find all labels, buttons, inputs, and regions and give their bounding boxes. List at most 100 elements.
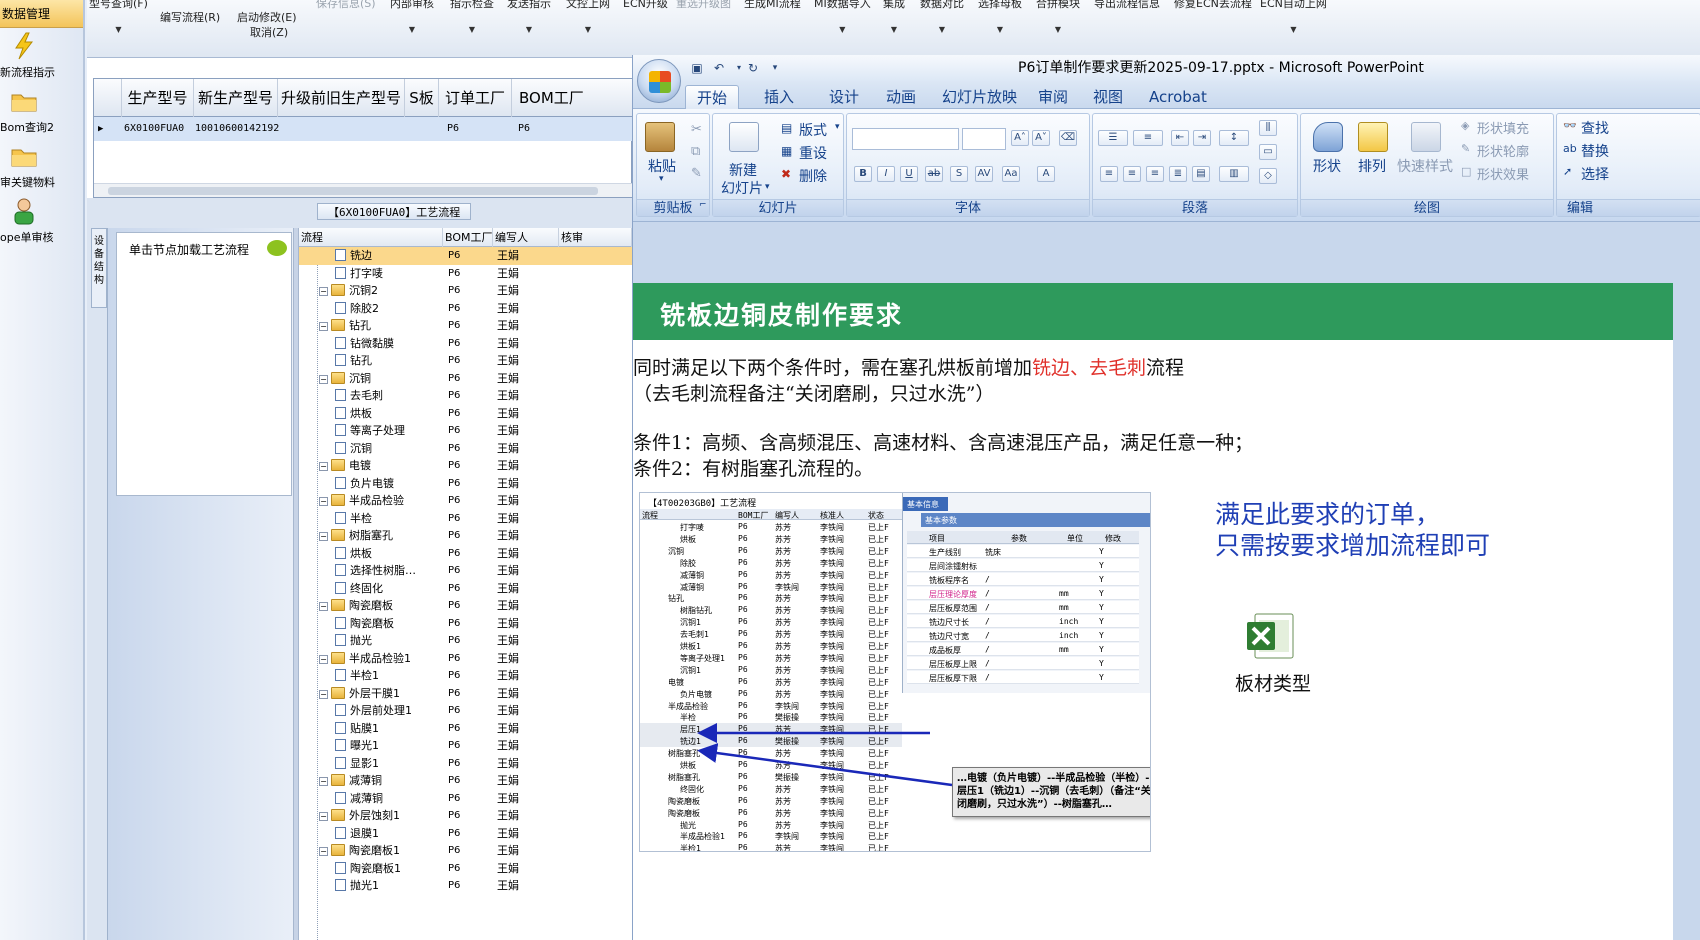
tree-row[interactable]: 烘板 P6 王娟 (299, 405, 632, 423)
shrink-font-icon[interactable]: A˅ (1032, 130, 1050, 146)
char-spacing-icon[interactable]: AV (975, 166, 993, 182)
smartart-icon[interactable]: ◇ (1259, 168, 1277, 184)
vertical-tab-structure[interactable]: 设备结构 (91, 228, 107, 308)
font-name-combo[interactable] (852, 128, 959, 150)
tree-row[interactable]: 选择性树脂… P6 王娟 (299, 562, 632, 580)
tree-row[interactable]: 铣边 P6 王娟 (299, 247, 632, 265)
nav-item-key-material[interactable]: 审关键物料 (0, 138, 83, 193)
dialog-launcher-icon[interactable]: ⌐ (699, 200, 707, 210)
collapse-icon[interactable]: − (319, 812, 328, 821)
toolbar-ecn-upgrade[interactable]: ECN升级 (623, 0, 668, 11)
toolbar-export[interactable]: 导出流程信息 (1094, 0, 1160, 11)
toolbar-gen-mi[interactable]: 生成MI流程 (744, 0, 801, 11)
tree-row[interactable]: 陶瓷磨板 P6 王娟 (299, 615, 632, 633)
align-right-icon[interactable]: ≡ (1146, 166, 1164, 182)
tree-row[interactable]: − 钻孔 P6 王娟 (299, 317, 632, 335)
tab-insert[interactable]: 插入 (764, 85, 794, 109)
copy-icon[interactable]: ⧉ (691, 144, 700, 159)
toolbar-model-query[interactable]: 型号查询(F) ▼ (89, 0, 148, 34)
tree-row[interactable]: − 陶瓷磨板 P6 王娟 (299, 597, 632, 615)
toolbar-check[interactable]: 指示检查 ▼ (450, 0, 494, 34)
nav-item-review[interactable]: ope单审核 (0, 193, 83, 248)
collapse-icon[interactable]: − (319, 497, 328, 506)
toolbar-reselect[interactable]: 重选升级图 (676, 0, 731, 11)
reset-button[interactable]: 重设 (799, 143, 827, 163)
toolbar-ecn-auto[interactable]: ECN自动上网 ▼ (1260, 0, 1327, 34)
tree-row[interactable]: 去毛刺 P6 王娟 (299, 387, 632, 405)
tab-review[interactable]: 审阅 (1038, 85, 1068, 109)
tree-row[interactable]: 退膜1 P6 王娟 (299, 825, 632, 843)
tree-row[interactable]: − 沉铜2 P6 王娟 (299, 282, 632, 300)
tree-row[interactable]: − 陶瓷磨板1 P6 王娟 (299, 842, 632, 860)
shape-fill-button[interactable]: 形状填充 (1477, 118, 1529, 137)
tree-row[interactable]: − 半成品检验1 P6 王娟 (299, 650, 632, 668)
nav-item-bom-query[interactable]: Bom查询2 (0, 83, 83, 138)
underline-icon[interactable]: U (900, 166, 918, 182)
tree-row[interactable]: 钻孔 P6 王娟 (299, 352, 632, 370)
excel-icon[interactable] (1247, 612, 1297, 660)
node-panel[interactable]: 单击节点加载工艺流程 (116, 232, 292, 496)
tree-col[interactable]: 流程 (299, 228, 443, 247)
tree-row[interactable]: 打字唛 P6 王娟 (299, 265, 632, 283)
numbering-icon[interactable]: ≡ (1133, 130, 1163, 146)
delete-button[interactable]: 删除 (799, 166, 827, 186)
toolbar-publish[interactable]: 文控上网 ▼ (566, 0, 610, 34)
toolbar-start-edit[interactable]: 启动修改(E) (237, 9, 297, 25)
horizontal-scrollbar[interactable] (94, 183, 633, 197)
toolbar-send[interactable]: 发送指示 ▼ (507, 0, 551, 34)
scroll-thumb[interactable] (108, 187, 598, 195)
tree-row[interactable]: 陶瓷磨板1 P6 王娟 (299, 860, 632, 878)
tree-row[interactable]: 贴膜1 P6 王娟 (299, 720, 632, 738)
shapes-button[interactable]: 形状 (1313, 156, 1341, 176)
cut-icon[interactable]: ✂ (691, 122, 702, 137)
tree-row[interactable]: 终固化 P6 王娟 (299, 580, 632, 598)
toolbar-internal-review[interactable]: 内部审核 ▼ (390, 0, 434, 34)
collapse-icon[interactable]: − (319, 847, 328, 856)
slide[interactable]: 铣板边铜皮制作要求 同时满足以下两个条件时，需在塞孔烘板前增加铣边、去毛刺流程 … (633, 283, 1673, 940)
tab-design[interactable]: 设计 (829, 85, 859, 109)
shape-outline-button[interactable]: 形状轮廓 (1477, 141, 1529, 160)
collapse-icon[interactable]: − (319, 777, 328, 786)
collapse-icon[interactable]: − (319, 462, 328, 471)
embedded-screenshot[interactable]: 【4T00203GB0】工艺流程 流程 BOM工厂 编写人 核准人 状态 打字唛… (639, 492, 1151, 852)
tree-row[interactable]: 减薄铜 P6 王娟 (299, 790, 632, 808)
line-spacing-icon[interactable]: ↕ (1219, 130, 1249, 146)
new-slide-button-label[interactable]: 幻灯片 (721, 178, 763, 198)
columns-icon[interactable]: ▥ (1219, 166, 1249, 182)
tree-row[interactable]: − 电镀 P6 王娟 (299, 457, 632, 475)
toolbar-cancel[interactable]: 取消(Z) (250, 24, 288, 40)
save-icon[interactable]: ▣ (689, 61, 705, 75)
quick-style-button[interactable]: 快速样式 (1397, 156, 1453, 176)
toolbar-integrate[interactable]: 集成 ▼ (883, 0, 905, 34)
bold-icon[interactable]: B (854, 166, 872, 182)
grid-col[interactable]: BOM工厂 (512, 79, 633, 117)
tree-row[interactable]: − 减薄铜 P6 王娟 (299, 772, 632, 790)
tab-animation[interactable]: 动画 (886, 85, 916, 109)
tree-row[interactable]: 沉铜 P6 王娟 (299, 440, 632, 458)
collapse-icon[interactable]: − (319, 374, 328, 384)
toolbar-save[interactable]: 保存信息(S) (316, 0, 376, 11)
clear-format-icon[interactable]: ⌫ (1059, 130, 1077, 146)
tree-row[interactable]: 半检1 P6 王娟 (299, 667, 632, 685)
tree-row[interactable]: 钻微黏膜 P6 王娟 (299, 335, 632, 353)
toolbar-mi-import[interactable]: MI数据导入 ▼ (814, 0, 871, 34)
table-row[interactable]: ▶ 6X0100FUA0 10010600142192 P6 P6 (94, 117, 633, 141)
grid-col[interactable]: 升级前旧生产型号 (278, 79, 405, 117)
font-color-icon[interactable]: A (1037, 166, 1055, 182)
align-center-icon[interactable]: ≡ (1123, 166, 1141, 182)
shape-effect-button[interactable]: 形状效果 (1477, 164, 1529, 183)
collapse-icon[interactable]: − (319, 602, 328, 611)
tree-row[interactable]: 半检 P6 王娟 (299, 510, 632, 528)
align-left-icon[interactable]: ≡ (1100, 166, 1118, 182)
collapse-icon[interactable]: − (319, 689, 328, 699)
tree-row[interactable]: 等离子处理 P6 王娟 (299, 422, 632, 440)
tree-col[interactable]: BOM工厂 (443, 228, 493, 247)
find-button[interactable]: 查找 (1581, 118, 1609, 138)
text-direction-icon[interactable]: ⫼ (1259, 120, 1277, 136)
increase-indent-icon[interactable]: ⇥ (1193, 130, 1211, 146)
tree-row[interactable]: 烘板 P6 王娟 (299, 545, 632, 563)
format-painter-icon[interactable]: ✎ (691, 166, 702, 181)
grow-font-icon[interactable]: A˄ (1011, 130, 1029, 146)
tree-row[interactable]: − 树脂塞孔 P6 王娟 (299, 527, 632, 545)
decrease-indent-icon[interactable]: ⇤ (1171, 130, 1189, 146)
